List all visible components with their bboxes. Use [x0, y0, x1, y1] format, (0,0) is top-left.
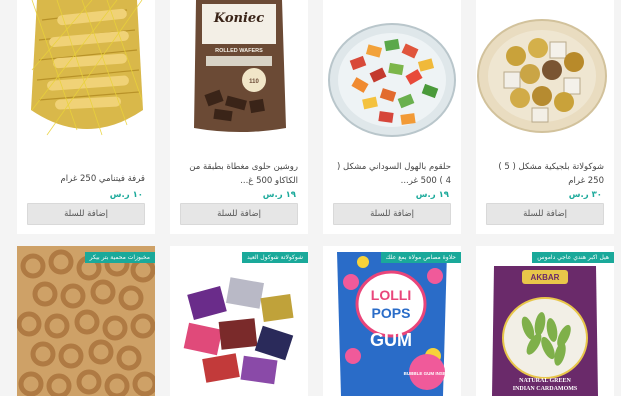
product-image[interactable]: Koniec ROLLED WAFERS 110	[170, 0, 308, 150]
product-name[interactable]: حلقوم بالهول السوداني مشكل ( 4 ) 500 غر.…	[333, 160, 451, 188]
package-gum-label: GUM	[370, 330, 412, 350]
product-card[interactable]: Koniec ROLLED WAFERS 110 روشين حلوى مغطا…	[170, 0, 308, 234]
product-price: ١٩ ر.س	[415, 190, 449, 200]
product-price: ١٩ ر.س	[262, 190, 296, 200]
add-to-cart-button[interactable]: إضافة للسلة	[486, 203, 604, 225]
product-image[interactable]	[323, 0, 461, 150]
package-brand-pops: POPS	[372, 305, 411, 321]
category-badge: حلاوة مصاص مولاه بمع علك	[380, 252, 461, 263]
add-to-cart-button[interactable]: إضافة للسلة	[180, 203, 298, 225]
product-card[interactable]: شوكولاتة شوكول العيد	[170, 246, 308, 396]
product-name[interactable]: روشين حلوى مغطاة بطبقة من الكاكاو 500 غ.…	[180, 160, 298, 188]
product-image[interactable]: LOLLI POPS GUM BUBBLE GUM INSIDE	[323, 246, 461, 396]
package-label: ROLLED WAFERS	[215, 48, 263, 54]
product-price: ٣٠ ر.س	[568, 190, 602, 200]
product-card[interactable]: حلقوم بالهول السوداني مشكل ( 4 ) 500 غر.…	[323, 0, 461, 234]
category-badge: هيل اكبر هندي عاجي داموس	[532, 252, 614, 263]
product-name[interactable]: قرفة فيتنامي 250 غرام	[27, 172, 145, 186]
product-card[interactable]: مخبوزات محمية بتر بيكر	[17, 246, 155, 396]
package-label-2: INDIAN CARDAMOMS	[513, 386, 578, 392]
package-brand: Koniec	[213, 11, 264, 26]
category-badge: شوكولاتة شوكول العيد	[242, 252, 308, 263]
add-to-cart-button[interactable]: إضافة للسلة	[333, 203, 451, 225]
product-image[interactable]	[170, 246, 308, 396]
package-brand: AKBAR	[531, 273, 560, 282]
product-price: ١٠ ر.س	[109, 190, 143, 200]
product-image[interactable]	[17, 246, 155, 396]
package-label-1: NATURAL GREEN	[519, 378, 571, 384]
product-image[interactable]	[17, 0, 155, 150]
product-card[interactable]: حلاوة مصاص مولاه بمع علك LOLLI POPS GUM …	[323, 246, 461, 396]
product-card[interactable]: قرفة فيتنامي 250 غرام ١٠ ر.س إضافة للسلة	[17, 0, 155, 234]
product-image[interactable]: AKBAR NATURAL GREEN INDIAN CARDAMOMS	[476, 246, 614, 396]
package-weight: 110	[249, 79, 259, 85]
package-brand-lolli: LOLLI	[371, 287, 411, 303]
product-name[interactable]: شوكولاتة بلجيكية مشكل ( 5 ) 250 غرام	[486, 160, 604, 188]
product-image[interactable]	[476, 0, 614, 150]
product-card[interactable]: هيل اكبر هندي عاجي داموس AKBAR NATURAL G…	[476, 246, 614, 396]
add-to-cart-button[interactable]: إضافة للسلة	[27, 203, 145, 225]
package-bubble-label: BUBBLE GUM INSIDE	[404, 371, 451, 376]
product-card[interactable]: شوكولاتة بلجيكية مشكل ( 5 ) 250 غرام ٣٠ …	[476, 0, 614, 234]
category-badge: مخبوزات محمية بتر بيكر	[84, 252, 155, 263]
